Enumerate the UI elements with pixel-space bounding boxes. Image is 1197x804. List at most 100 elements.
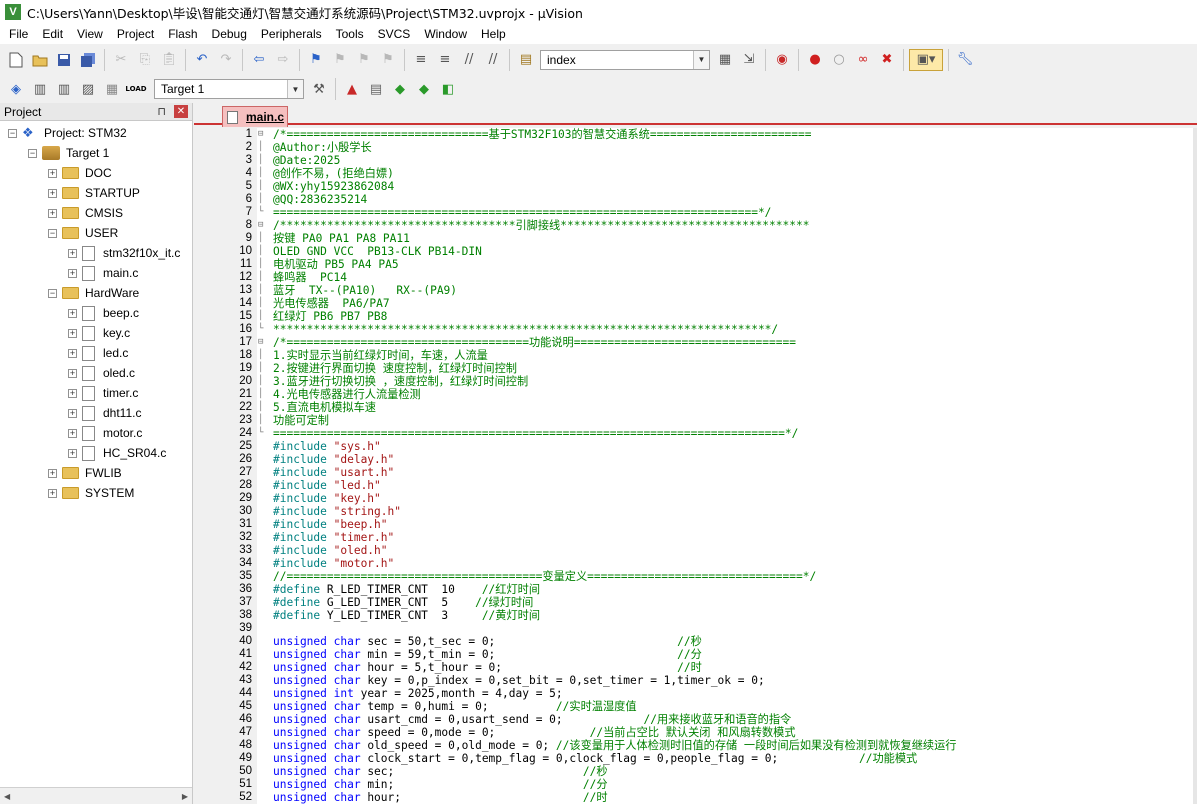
navigate-forward-icon[interactable]: ⇨ — [272, 49, 294, 71]
expand-icon[interactable]: + — [68, 268, 77, 278]
tree-item-target[interactable]: − Target 1 — [28, 143, 109, 163]
code-line[interactable]: 28 #include "led.h" — [200, 479, 1197, 492]
expand-icon[interactable]: + — [68, 308, 77, 318]
insert-breakpoint-icon[interactable]: ● — [804, 49, 826, 71]
code-line[interactable]: 46 unsigned char usart_cmd = 0,usart_send… — [200, 713, 1197, 726]
menu-debug[interactable]: Debug — [205, 27, 254, 41]
code-line[interactable]: 11 │ 电机驱动 PB5 PA4 PA5 — [200, 258, 1197, 271]
code-line[interactable]: 24 └ =====================================… — [200, 427, 1197, 440]
tree-item-file[interactable]: + HC_SR04.c — [68, 443, 166, 463]
code-line[interactable]: 18 │ 1.实时显示当前红绿灯时间，车速，人流量 — [200, 349, 1197, 362]
fold-collapse-icon[interactable]: ⊟ — [258, 128, 267, 141]
next-bookmark-icon[interactable]: ⚑ — [353, 49, 375, 71]
code-line[interactable]: 42 unsigned char hour = 5,t_hour = 0; //时 — [200, 661, 1197, 674]
tree-item-file[interactable]: + beep.c — [68, 303, 139, 323]
code-line[interactable]: 3 │ @Date:2025 — [200, 154, 1197, 167]
code-line[interactable]: 39 — [200, 622, 1197, 635]
code-line[interactable]: 30 #include "string.h" — [200, 505, 1197, 518]
code-line[interactable]: 6 │ @QQ:2836235214 — [200, 193, 1197, 206]
collapse-icon[interactable]: − — [48, 288, 57, 298]
code-line[interactable]: 16 └ *************************************… — [200, 323, 1197, 336]
debug-session-icon[interactable]: ◉ — [771, 49, 793, 71]
rebuild-icon[interactable]: ▥ — [53, 78, 75, 100]
code-line[interactable]: 25 #include "sys.h" — [200, 440, 1197, 453]
menu-tools[interactable]: Tools — [329, 27, 371, 41]
select-software-packs-icon[interactable]: ◆ — [413, 78, 435, 100]
menu-project[interactable]: Project — [110, 27, 161, 41]
code-line[interactable]: 35 //====================================… — [200, 570, 1197, 583]
pack-installer-icon[interactable]: ◧ — [437, 78, 459, 100]
tree-item-group-hardware[interactable]: − HardWare — [48, 283, 139, 303]
scroll-right-icon[interactable]: ▶ — [182, 792, 188, 801]
code-editor[interactable]: 1 ⊟ /*==============================基于STM3… — [200, 128, 1197, 804]
code-line[interactable]: 48 unsigned char old_speed = 0,old_mode =… — [200, 739, 1197, 752]
code-line[interactable]: 45 unsigned char temp = 0,humi = 0; //实时温… — [200, 700, 1197, 713]
menu-edit[interactable]: Edit — [35, 27, 70, 41]
manage-multi-project-icon[interactable]: ▤ — [365, 78, 387, 100]
code-line[interactable]: 33 #include "oled.h" — [200, 544, 1197, 557]
tree-item-project[interactable]: − ❖ Project: STM32 — [8, 123, 127, 143]
expand-icon[interactable]: + — [48, 468, 57, 478]
expand-icon[interactable]: + — [68, 428, 77, 438]
horizontal-scrollbar[interactable]: ◀ ▶ — [0, 787, 192, 804]
disable-all-breakpoints-icon[interactable]: ∞ — [852, 49, 874, 71]
code-line[interactable]: 4 │ @创作不易，(拒绝白嫖) — [200, 167, 1197, 180]
tree-item-group-startup[interactable]: + STARTUP — [48, 183, 140, 203]
code-line[interactable]: 51 unsigned char min; //分 — [200, 778, 1197, 791]
target-options-icon[interactable]: ⚒ — [308, 78, 330, 100]
code-line[interactable]: 29 #include "key.h" — [200, 492, 1197, 505]
menu-peripherals[interactable]: Peripherals — [254, 27, 329, 41]
code-line[interactable]: 47 unsigned char speed = 0,mode = 0; //当前… — [200, 726, 1197, 739]
code-line[interactable]: 14 │ 光电传感器 PA6/PA7 — [200, 297, 1197, 310]
scroll-left-icon[interactable]: ◀ — [4, 792, 10, 801]
expand-icon[interactable]: + — [48, 168, 57, 178]
expand-icon[interactable]: + — [68, 348, 77, 358]
code-line[interactable]: 37 #define G_LED_TIMER_CNT 5 //绿灯时间 — [200, 596, 1197, 609]
expand-icon[interactable]: + — [68, 248, 77, 258]
batch-build-icon[interactable]: ▨ — [77, 78, 99, 100]
fold-collapse-icon[interactable]: ⊟ — [258, 219, 267, 232]
code-line[interactable]: 7 └ ======================================… — [200, 206, 1197, 219]
menu-file[interactable]: File — [2, 27, 35, 41]
chevron-down-icon[interactable]: ▼ — [287, 80, 303, 98]
pin-icon[interactable]: ⊓ — [157, 105, 166, 118]
code-line[interactable]: 9 │ 按键 PA0 PA1 PA8 PA11 — [200, 232, 1197, 245]
code-line[interactable]: 31 #include "beep.h" — [200, 518, 1197, 531]
undo-icon[interactable]: ↶ — [191, 49, 213, 71]
clear-bookmarks-icon[interactable]: ⚑ — [377, 49, 399, 71]
indent-icon[interactable]: ≡ — [410, 49, 432, 71]
tree-item-file[interactable]: + dht11.c — [68, 403, 141, 423]
bookmark-icon[interactable]: ⚑ — [305, 49, 327, 71]
tree-item-group-system[interactable]: + SYSTEM — [48, 483, 134, 503]
code-line[interactable]: 52 unsigned char hour; //时 — [200, 791, 1197, 804]
window-layout-icon[interactable]: ▣▾ — [909, 48, 943, 71]
code-line[interactable]: 17 ⊟ /*===================================… — [200, 336, 1197, 349]
chevron-down-icon[interactable]: ▼ — [693, 50, 709, 69]
menu-view[interactable]: View — [70, 27, 110, 41]
cut-icon[interactable]: ✂ — [110, 49, 132, 71]
load-download-icon[interactable]: LOAD — [125, 78, 147, 100]
tree-item-file[interactable]: + main.c — [68, 263, 138, 283]
code-line[interactable]: 2 │ @Author:小殷学长 — [200, 141, 1197, 154]
collapse-icon[interactable]: − — [8, 128, 17, 138]
navigate-back-icon[interactable]: ⇦ — [248, 49, 270, 71]
configure-icon[interactable]: 🔧︎ — [954, 49, 976, 71]
comment-icon[interactable]: // — [458, 49, 480, 71]
menu-svcs[interactable]: SVCS — [371, 27, 418, 41]
expand-icon[interactable]: + — [48, 188, 57, 198]
tree-item-file[interactable]: + timer.c — [68, 383, 138, 403]
translate-icon[interactable]: ◈ — [5, 78, 27, 100]
unindent-icon[interactable]: ≡ — [434, 49, 456, 71]
expand-icon[interactable]: + — [68, 408, 77, 418]
tree-item-file[interactable]: + motor.c — [68, 423, 142, 443]
find-icon[interactable]: ▦ — [714, 49, 736, 71]
stop-build-icon[interactable]: ▦ — [101, 78, 123, 100]
tab-main-c[interactable]: main.c — [222, 106, 288, 127]
code-line[interactable]: 23 │ 功能可定制 — [200, 414, 1197, 427]
code-line[interactable]: 8 ⊟ /***********************************引脚… — [200, 219, 1197, 232]
code-line[interactable]: 26 #include "delay.h" — [200, 453, 1197, 466]
code-line[interactable]: 41 unsigned char min = 59,t_min = 0; //分 — [200, 648, 1197, 661]
uncomment-icon[interactable]: // — [482, 49, 504, 71]
code-line[interactable]: 10 │ OLED GND VCC PB13-CLK PB14-DIN — [200, 245, 1197, 258]
code-line[interactable]: 12 │ 蜂鸣器 PC14 — [200, 271, 1197, 284]
